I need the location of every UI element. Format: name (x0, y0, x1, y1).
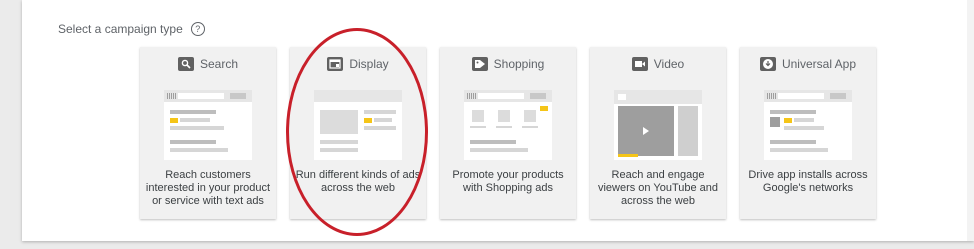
video-camera-icon (631, 57, 648, 71)
shopping-ad-illustration (464, 90, 552, 160)
campaign-card-title: Universal App (781, 57, 857, 71)
campaign-card-description: Drive app installs across Google's netwo… (748, 169, 868, 194)
tag-icon (471, 57, 488, 71)
campaign-card-title: Display (349, 57, 389, 71)
campaign-card-universal-app[interactable]: Universal App Drive app installs across … (740, 47, 876, 219)
campaign-card-display[interactable]: Display Run different kinds of ads acros… (290, 47, 426, 219)
campaign-card-description: Reach and engage viewers on YouTube and … (597, 169, 719, 207)
campaign-card-title: Shopping (493, 57, 545, 71)
app-ad-illustration (764, 90, 852, 160)
display-icon (327, 57, 344, 71)
campaign-card-title: Video (653, 57, 685, 71)
campaign-card-search[interactable]: Search Reach customers interested in you… (140, 47, 276, 219)
campaign-card-description: Reach customers interested in your produ… (145, 169, 271, 207)
campaign-card-shopping[interactable]: Shopping Promote your products with Shop… (440, 47, 576, 219)
play-icon (643, 127, 649, 135)
campaign-card-description: Promote your products with Shopping ads (452, 169, 564, 194)
campaign-type-panel: Select a campaign type ? Search Reach cu… (22, 0, 974, 241)
download-icon (759, 57, 776, 71)
scrollbar-track[interactable] (967, 0, 974, 241)
campaign-card-title: Search (199, 57, 239, 71)
campaign-type-header: Select a campaign type ? (58, 22, 205, 36)
campaign-card-video[interactable]: Video Reach and engage viewers on YouTub… (590, 47, 726, 219)
help-circle-icon[interactable]: ? (190, 22, 205, 36)
video-ad-illustration (614, 90, 702, 160)
campaign-type-label: Select a campaign type (58, 22, 183, 36)
campaign-card-description: Run different kinds of ads across the we… (295, 169, 421, 194)
display-ad-illustration (314, 90, 402, 160)
search-icon (177, 57, 194, 71)
search-ad-illustration (164, 90, 252, 160)
